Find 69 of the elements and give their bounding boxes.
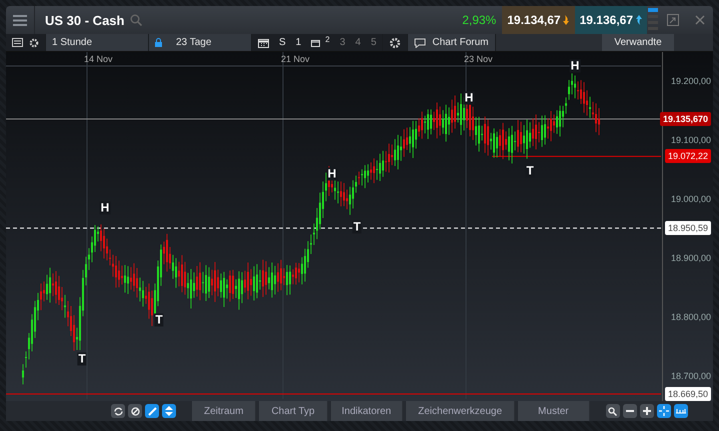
zoom-in-button[interactable] bbox=[640, 404, 654, 418]
list-icon[interactable] bbox=[12, 38, 23, 47]
arrow-up-icon bbox=[635, 15, 642, 25]
lock-icon bbox=[155, 38, 162, 47]
date-label: 23 Nov bbox=[464, 54, 493, 64]
ask-price-box[interactable]: 19.136,67 bbox=[574, 6, 647, 34]
scale-button[interactable] bbox=[674, 404, 688, 418]
price-tag: 19.072,22 bbox=[664, 149, 711, 164]
pattern-marker: H bbox=[100, 202, 110, 214]
interval-selector[interactable]: 1 Stunde bbox=[46, 34, 149, 51]
toolbar-tab[interactable]: Zeichenwerkzeuge bbox=[406, 401, 516, 421]
range-value: 23 Tage bbox=[176, 37, 212, 48]
chart-forum-button[interactable]: Chart Forum bbox=[408, 34, 496, 51]
minus-icon bbox=[626, 410, 634, 412]
pattern-marker: T bbox=[352, 220, 362, 234]
date-label: 14 Nov bbox=[84, 54, 113, 64]
settings-icon[interactable] bbox=[29, 38, 39, 48]
plus-icon bbox=[642, 407, 651, 415]
no-entry-button[interactable] bbox=[128, 404, 142, 418]
settings-icon bbox=[389, 36, 402, 48]
price-tick: 18.800,00 bbox=[670, 312, 711, 322]
pattern-marker: H bbox=[570, 60, 580, 72]
calendar-icon[interactable] bbox=[258, 38, 269, 48]
toolbar-tab[interactable]: Indikatoren bbox=[330, 401, 404, 421]
zoom-button[interactable] bbox=[606, 404, 620, 418]
search-icon bbox=[608, 406, 618, 416]
close-icon bbox=[694, 15, 704, 25]
price-tick: 19.000,00 bbox=[670, 194, 711, 204]
menu-icon bbox=[13, 14, 27, 26]
restore-icon bbox=[666, 14, 678, 26]
period-option[interactable]: S bbox=[279, 37, 286, 48]
toolbar-tab[interactable]: Zeitraum bbox=[192, 401, 256, 421]
change-percent: 2,93% bbox=[462, 13, 496, 27]
pencil-icon bbox=[148, 406, 156, 416]
refresh-button[interactable] bbox=[111, 404, 125, 418]
price-tick: 19.200,00 bbox=[670, 76, 711, 86]
pattern-marker: H bbox=[326, 168, 338, 180]
ruler-icon bbox=[676, 408, 686, 414]
crosshair-icon bbox=[658, 406, 669, 416]
up-down-button[interactable] bbox=[162, 404, 176, 418]
toolbar-tab[interactable]: Chart Typ bbox=[259, 401, 328, 421]
speech-bubble-icon bbox=[414, 38, 426, 48]
pattern-marker: T bbox=[525, 164, 535, 178]
settings-button[interactable] bbox=[383, 34, 408, 51]
bid-price-box[interactable]: 19.134,67 bbox=[502, 6, 575, 34]
price-tag: 18.669,50 bbox=[664, 386, 711, 401]
arrow-down-icon bbox=[562, 15, 570, 25]
related-button[interactable]: Verwandte bbox=[602, 34, 674, 51]
pattern-marker: T bbox=[154, 314, 164, 326]
window-icon[interactable] bbox=[311, 38, 320, 46]
period-option[interactable]: 1 bbox=[296, 37, 302, 48]
pencil-button[interactable] bbox=[145, 404, 159, 418]
up-down-arrow-icon bbox=[165, 406, 173, 416]
price-tag: 18.950,59 bbox=[664, 221, 711, 236]
toolbar-tab[interactable]: Muster bbox=[518, 401, 590, 421]
price-tick: 18.700,00 bbox=[670, 371, 711, 381]
price-tag: 19.135,670 bbox=[660, 112, 711, 126]
range-selector[interactable]: 23 Tage bbox=[149, 34, 252, 51]
refresh-icon bbox=[114, 406, 122, 416]
crosshair-button[interactable] bbox=[656, 404, 671, 418]
layout-count: 2 bbox=[325, 35, 330, 44]
price-tick: 19.100,00 bbox=[670, 135, 711, 145]
zoom-out-button[interactable] bbox=[622, 404, 637, 418]
no-entry-icon bbox=[130, 406, 140, 416]
date-label: 21 Nov bbox=[281, 54, 310, 64]
pattern-marker: H bbox=[464, 92, 474, 104]
window-title: US 30 - Cash bbox=[45, 12, 124, 28]
pattern-marker: T bbox=[77, 352, 87, 366]
price-tick: 18.900,00 bbox=[670, 253, 711, 263]
